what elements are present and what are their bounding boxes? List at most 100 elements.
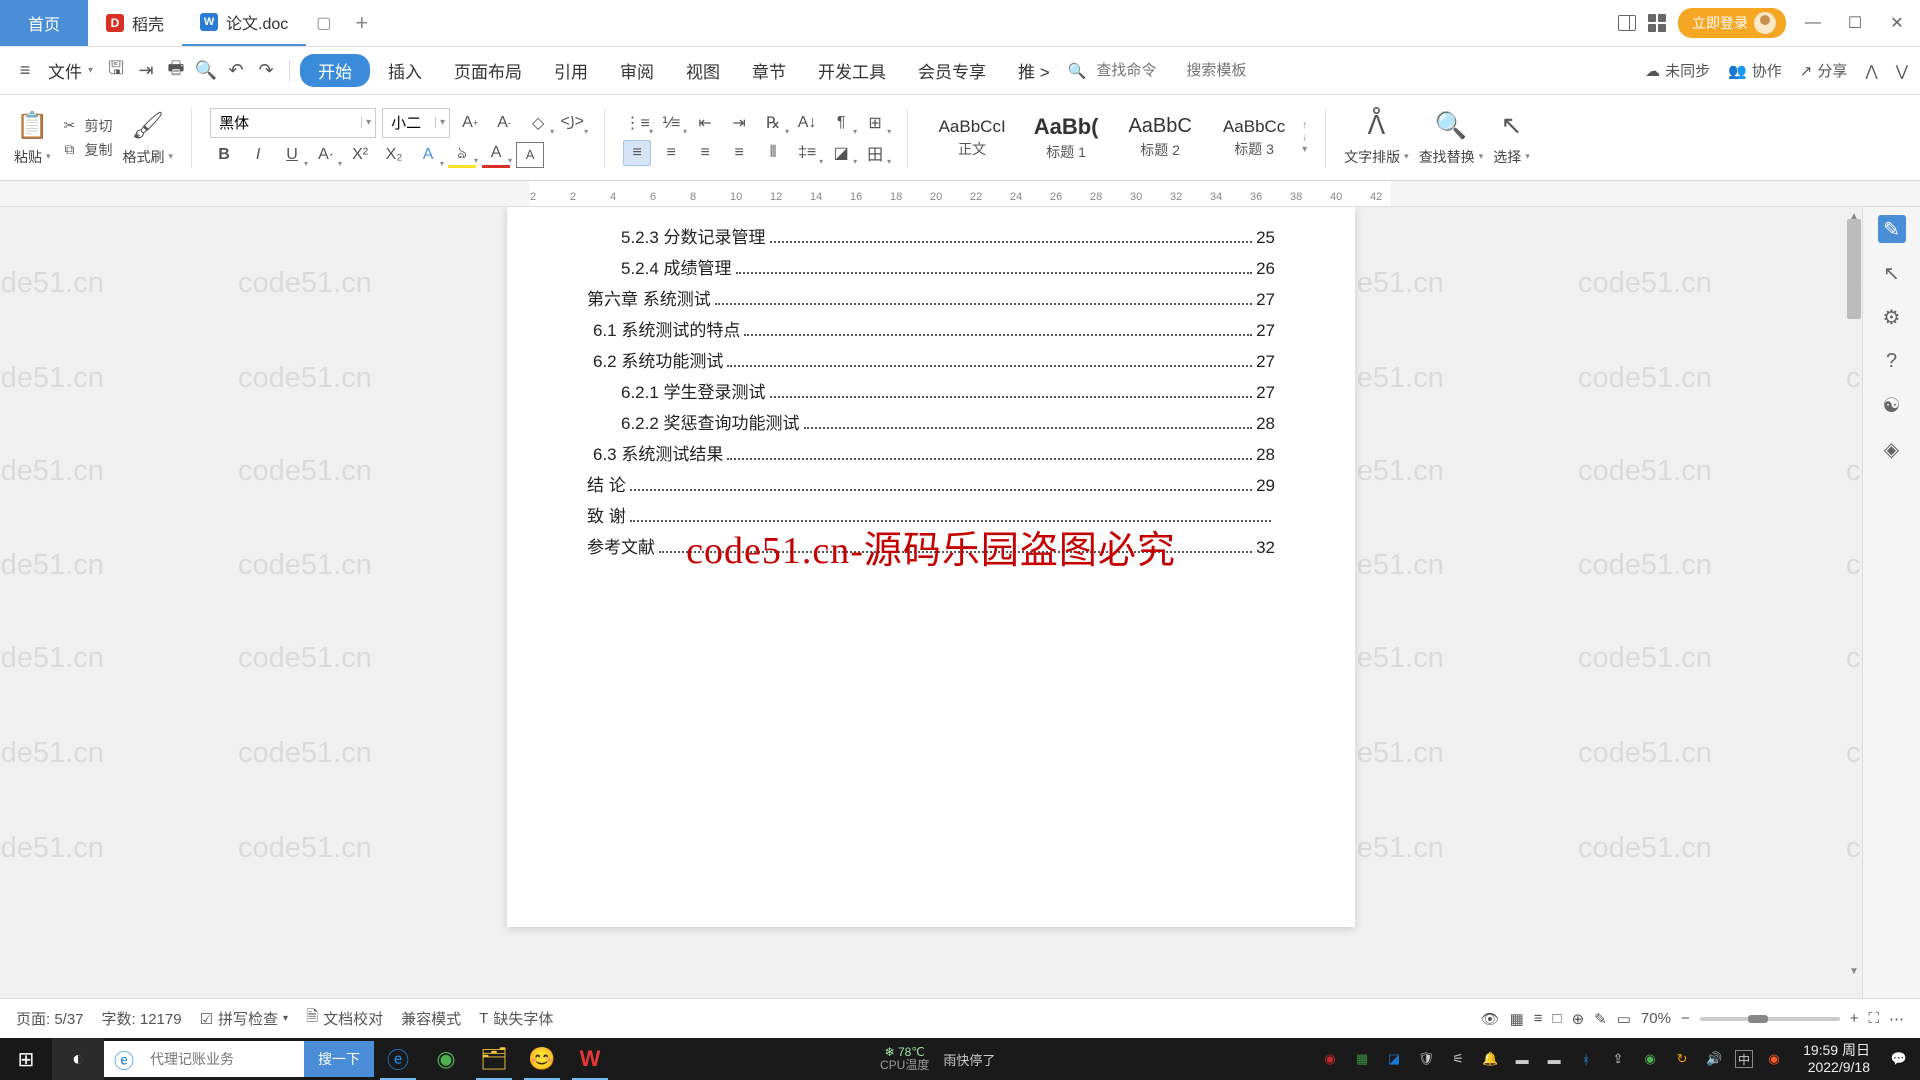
superscript-icon[interactable]: X² <box>346 142 374 168</box>
italic-icon[interactable]: I <box>244 142 272 168</box>
bullet-list-icon[interactable]: ⋮≡ <box>623 110 651 136</box>
taskbar-search-input[interactable] <box>144 1042 304 1076</box>
tray-wifi-icon[interactable]: ⚟ <box>1447 1048 1469 1070</box>
show-marks-icon[interactable]: ¶ <box>827 110 855 136</box>
ribbon-tab-more[interactable]: 推 > <box>1004 54 1064 87</box>
zoom-out-icon[interactable]: − <box>1681 1010 1690 1027</box>
app-ie[interactable]: ⓔ <box>374 1038 422 1080</box>
highlight-icon[interactable]: ঌ <box>448 142 476 168</box>
ribbon-tab-references[interactable]: 引用 <box>540 54 602 87</box>
align-center-icon[interactable]: ≡ <box>657 140 685 166</box>
tray-update-icon[interactable]: ↻ <box>1671 1048 1693 1070</box>
tray-volume-icon[interactable]: 🔊 <box>1703 1048 1725 1070</box>
font-size-dropdown-icon[interactable]: ▾ <box>435 117 449 128</box>
cortana-icon[interactable]: ◐ <box>52 1038 104 1080</box>
justify-icon[interactable]: ≡ <box>725 140 753 166</box>
paste-button[interactable]: 📋 粘贴 <box>14 109 51 167</box>
sort-icon[interactable]: A↓ <box>793 110 821 136</box>
copy-button[interactable]: ⧉复制 <box>61 140 113 160</box>
undo-icon[interactable]: ↶ <box>223 58 249 84</box>
tray-usb-icon[interactable]: ⇪ <box>1607 1048 1629 1070</box>
tray-bluetooth-icon[interactable]: ᚼ <box>1575 1048 1597 1070</box>
increase-font-icon[interactable]: A+ <box>456 110 484 136</box>
ribbon-tab-pagelayout[interactable]: 页面布局 <box>440 54 536 87</box>
tray-battery-icon[interactable]: ▬ <box>1543 1048 1565 1070</box>
tray-gpu-icon[interactable]: ▬ <box>1511 1048 1533 1070</box>
zoom-slider[interactable] <box>1700 1017 1840 1021</box>
tab-home[interactable]: 首页 <box>0 0 88 46</box>
style-heading2[interactable]: AaBbC标题 2 <box>1114 115 1206 160</box>
taskbar-search-button[interactable]: 搜一下 <box>304 1041 374 1077</box>
find-replace-button[interactable]: 🔍查找替换 <box>1419 109 1484 167</box>
zoom-value[interactable]: 70% <box>1641 1010 1671 1027</box>
ribbon-down-icon[interactable]: ⋁ <box>1896 62 1908 80</box>
share-button[interactable]: ↗分享 <box>1800 60 1848 81</box>
format-painter-button[interactable]: 🖌 格式刷 <box>123 109 174 167</box>
selection-tool-icon[interactable]: ↖ <box>1878 259 1906 287</box>
word-count[interactable]: 字数: 12179 <box>102 1008 182 1029</box>
save-icon[interactable]: 🖫 <box>103 58 129 84</box>
cut-button[interactable]: ✂剪切 <box>61 116 113 136</box>
ribbon-tab-member[interactable]: 会员专享 <box>904 54 1000 87</box>
export-icon[interactable]: ⇥ <box>133 58 159 84</box>
new-tab-button[interactable]: + <box>341 0 382 46</box>
cpu-temp-widget[interactable]: ❄ 78℃ CPU温度 <box>874 1046 935 1072</box>
change-case-icon[interactable]: <꠸> <box>558 110 586 136</box>
tray-app3-icon[interactable]: ◪ <box>1383 1048 1405 1070</box>
font-name-dropdown-icon[interactable]: ▾ <box>361 117 375 128</box>
font-color-icon[interactable]: A <box>482 142 510 168</box>
search-template-input[interactable] <box>1186 62 1266 79</box>
tab-doke[interactable]: 稻壳 <box>88 0 182 46</box>
line-spacing-icon[interactable]: ‡≡ <box>793 140 821 166</box>
zoom-in-icon[interactable]: + <box>1850 1010 1859 1027</box>
close-button[interactable]: ✕ <box>1882 8 1912 38</box>
ribbon-tab-chapter[interactable]: 章节 <box>738 54 800 87</box>
menu-icon[interactable]: ≡ <box>12 58 38 84</box>
app-explorer[interactable]: 🗂 <box>470 1038 518 1080</box>
distribute-icon[interactable]: ⫴ <box>759 140 787 166</box>
decrease-font-icon[interactable]: A- <box>490 110 518 136</box>
outline-view-icon[interactable]: ≡ <box>1534 1010 1543 1027</box>
ruler[interactable]: 224681012141618202224262830323436384042 <box>0 181 1920 207</box>
settings-slider-icon[interactable]: ⚙ <box>1878 303 1906 331</box>
file-menu[interactable]: 文件 <box>42 58 99 83</box>
globe-view-icon[interactable]: ⊕ <box>1572 1010 1585 1028</box>
asian-layout-icon[interactable]: ℞ <box>759 110 787 136</box>
tab-document[interactable]: 论文.doc <box>182 0 306 46</box>
edit-view-icon[interactable]: ✎ <box>1594 1010 1607 1028</box>
start-button[interactable]: ⊞ <box>0 1038 52 1080</box>
more-options-icon[interactable]: ⋯ <box>1889 1010 1904 1028</box>
tray-app1-icon[interactable]: ◉ <box>1319 1048 1341 1070</box>
scroll-thumb[interactable] <box>1847 219 1861 319</box>
reading-view-icon[interactable]: 👁 <box>1481 1010 1500 1028</box>
clear-format-icon[interactable]: ◇ <box>524 110 552 136</box>
app-grid-icon[interactable] <box>1648 14 1666 32</box>
tab-window-icon[interactable]: ▢ <box>306 0 341 46</box>
app-chat[interactable]: 😊 <box>518 1038 566 1080</box>
login-button[interactable]: 立即登录 <box>1678 8 1786 38</box>
tray-ime-icon[interactable]: 中 <box>1735 1050 1753 1068</box>
style-normal[interactable]: AaBbCcI正文 <box>926 117 1018 159</box>
text-layout-button[interactable]: ᐰ文字排版 <box>1344 109 1409 167</box>
shading-icon[interactable]: ◪ <box>827 140 855 166</box>
maximize-button[interactable]: ☐ <box>1840 8 1870 38</box>
increase-indent-icon[interactable]: ⇥ <box>725 110 753 136</box>
pen-tool-icon[interactable]: ✎ <box>1878 215 1906 243</box>
ribbon-tab-review[interactable]: 审阅 <box>606 54 668 87</box>
taskbar-search[interactable]: ⓔ 搜一下 <box>104 1041 374 1077</box>
subscript-icon[interactable]: X₂ <box>380 142 408 168</box>
text-effect-icon[interactable]: A <box>414 142 442 168</box>
underline-icon[interactable]: U <box>278 142 306 168</box>
style-heading3[interactable]: AaBbCc标题 3 <box>1208 117 1300 159</box>
ribbon-tab-insert[interactable]: 插入 <box>374 54 436 87</box>
ribbon-tab-start[interactable]: 开始 <box>300 54 370 87</box>
bold-icon[interactable]: B <box>210 142 238 168</box>
collab-button[interactable]: 👥协作 <box>1728 60 1782 81</box>
app-360[interactable]: ◉ <box>422 1038 470 1080</box>
scrollbar[interactable]: ▲ ▼ <box>1847 211 1861 1034</box>
app-wps[interactable]: W <box>566 1038 614 1080</box>
style-heading1[interactable]: AaBb(标题 1 <box>1020 114 1112 162</box>
tray-bell-icon[interactable]: 🔔 <box>1479 1048 1501 1070</box>
align-right-icon[interactable]: ≡ <box>691 140 719 166</box>
redo-icon[interactable]: ↷ <box>253 58 279 84</box>
